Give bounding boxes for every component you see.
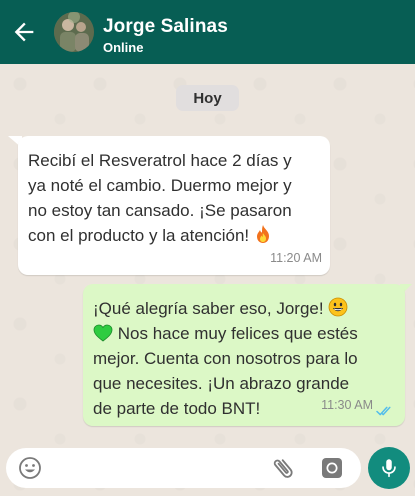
message-composer (6, 448, 361, 488)
double-check-read-icon (376, 406, 391, 416)
message-line: no estoy tan cansado. ¡Se pasaron (28, 201, 292, 220)
message-line: ya noté el cambio. Duermo mejor y (28, 176, 292, 195)
fire-emoji (256, 225, 269, 243)
message-line-with-emoji: con el producto y la atención! (28, 223, 318, 248)
message-time: 11:20 AM (270, 251, 322, 265)
chat-background (0, 64, 415, 496)
date-chip: Hoy (176, 85, 239, 111)
message-line: Recibí el Resveratrol hace 2 días y (28, 151, 292, 170)
contact-name[interactable]: Jorge Salinas (103, 16, 228, 38)
paperclip-icon[interactable] (270, 455, 296, 481)
message-time: 11:30 AM (321, 398, 373, 412)
emoji-icon[interactable] (18, 456, 42, 480)
message-line-with-emoji: Nos hace muy felices que estés (93, 321, 393, 346)
avatar[interactable] (54, 12, 94, 52)
contact-status: Online (103, 40, 144, 55)
message-line: con el producto y la atención! (28, 226, 250, 245)
green-heart-emoji (93, 324, 113, 342)
message-line: mejor. Cuenta con nosotros para lo (93, 349, 358, 368)
microphone-button[interactable] (368, 447, 410, 489)
arrow-left-icon[interactable] (10, 18, 38, 46)
incoming-message[interactable]: Recibí el Resveratrol hace 2 días y ya n… (18, 136, 330, 275)
contact-photo (54, 12, 94, 52)
microphone-icon (382, 459, 396, 478)
message-line: ¡Qué alegría saber eso, Jorge! (93, 299, 324, 318)
message-line-with-emoji: ¡Qué alegría saber eso, Jorge! (93, 296, 393, 321)
message-input[interactable] (54, 454, 254, 482)
message-line: Nos hace muy felices que estés (117, 324, 358, 343)
grinning-face-emoji (328, 297, 348, 317)
outgoing-message[interactable]: ¡Qué alegría saber eso, Jorge! Nos hace … (83, 284, 405, 426)
chat-header: Jorge Salinas Online (0, 0, 415, 64)
camera-icon[interactable] (320, 456, 344, 480)
